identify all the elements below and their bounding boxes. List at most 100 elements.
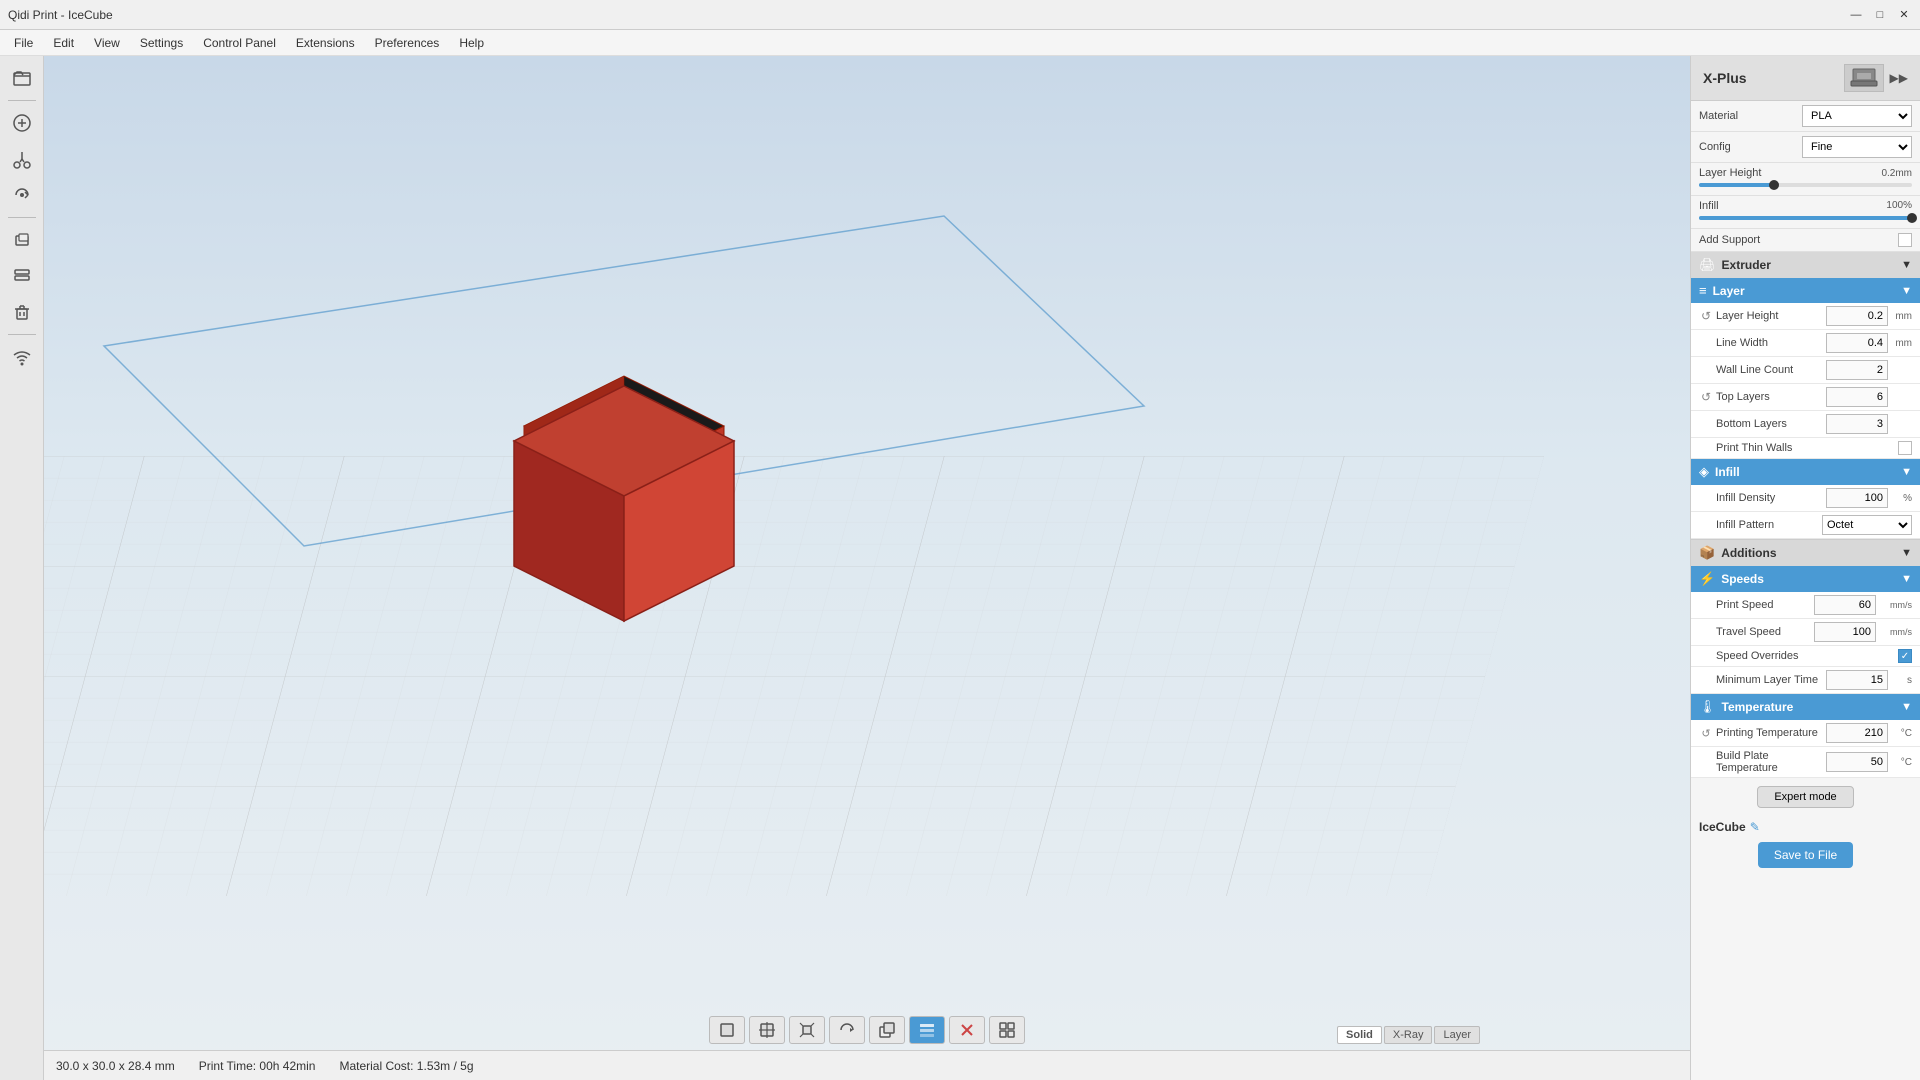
layer-view-button[interactable]: Layer [1434,1026,1480,1044]
add-support-checkbox[interactable] [1898,233,1912,247]
infill-section-arrow: ▼ [1901,466,1912,478]
print-speed-input[interactable] [1814,595,1876,615]
printing-temp-input[interactable] [1826,723,1888,743]
icecube-edit-icon[interactable]: ✎ [1750,820,1760,834]
toolbar-separator-3 [8,334,36,335]
menu-preferences[interactable]: Preferences [365,34,450,52]
delete-button[interactable] [6,296,38,328]
layer-section-arrow: ▼ [1901,285,1912,297]
menu-settings[interactable]: Settings [130,34,193,52]
build-plate-temp-unit: °C [1888,757,1912,768]
layer-height-thumb[interactable] [1769,180,1779,190]
speed-overrides-label: Speed Overrides [1716,650,1898,662]
arrange-button[interactable] [989,1016,1025,1044]
object-clone-button[interactable] [869,1016,905,1044]
infill-slider-value: 100% [1886,200,1912,212]
expert-mode-button[interactable]: Expert mode [1757,786,1853,808]
maximize-button[interactable]: □ [1872,7,1888,23]
viewport[interactable]: 30.0 x 30.0 x 28.4 mm Print Time: 00h 42… [44,56,1690,1080]
extruder-icon: 🖨 [1699,257,1716,273]
layer-height-slider-row: Layer Height 0.2mm [1691,163,1920,196]
print-thin-walls-checkbox[interactable] [1898,441,1912,455]
menu-file[interactable]: File [4,34,43,52]
top-layers-input[interactable] [1826,387,1888,407]
menu-control-panel[interactable]: Control Panel [193,34,286,52]
infill-track[interactable] [1699,216,1912,220]
config-select[interactable]: Fine Normal Draft [1802,136,1912,158]
layer-icon: ≡ [1699,283,1707,298]
add-support-label: Add Support [1699,234,1898,246]
build-plate-temp-input[interactable] [1826,752,1888,772]
infill-section-header[interactable]: ◈ Infill ▼ [1691,459,1920,485]
bottom-layers-input[interactable] [1826,414,1888,434]
object-rotate-button[interactable] [829,1016,865,1044]
dimensions-text: 30.0 x 30.0 x 28.4 mm [56,1059,175,1073]
printing-temp-row: ↺ Printing Temperature °C [1691,720,1920,747]
infill-pattern-select[interactable]: Octet Grid Lines Triangles [1822,515,1912,535]
layer-height-field-row: ↺ Layer Height mm [1691,303,1920,330]
panel-expand-arrow[interactable]: ▶▶ [1890,71,1908,85]
wifi-button[interactable] [6,341,38,373]
object-select-button[interactable] [709,1016,745,1044]
menu-extensions[interactable]: Extensions [286,34,365,52]
printing-temp-label: Printing Temperature [1716,727,1826,739]
cut-button[interactable] [6,143,38,175]
object-scale-button[interactable] [789,1016,825,1044]
title-bar: Qidi Print - IceCube — □ ✕ [0,0,1920,30]
layer-height-track[interactable] [1699,183,1912,187]
add-button[interactable] [6,107,38,139]
travel-speed-unit: mm/s [1876,627,1912,637]
menu-bar: File Edit View Settings Control Panel Ex… [0,30,1920,56]
toolbar-separator-1 [8,100,36,101]
top-layers-field-row: ↺ Top Layers [1691,384,1920,411]
layer-height-unit: mm [1888,311,1912,322]
infill-section-label: Infill [1715,465,1895,479]
temperature-section-arrow: ▼ [1901,701,1912,713]
printer-thumbnail [1844,64,1884,92]
menu-edit[interactable]: Edit [43,34,84,52]
minimize-button[interactable]: — [1848,7,1864,23]
min-layer-time-input[interactable] [1826,670,1888,690]
rotate-button[interactable] [6,179,38,211]
extruder-section-header[interactable]: 🖨 Extruder ▼ [1691,252,1920,278]
additions-section-arrow: ▼ [1901,547,1912,559]
extruder-section-label: Extruder [1722,258,1896,272]
print-speed-label: Print Speed [1716,599,1814,611]
open-folder-button[interactable] [6,62,38,94]
speed-overrides-row: ↺ Speed Overrides ✓ [1691,646,1920,667]
menu-view[interactable]: View [84,34,130,52]
view-3d-button[interactable] [6,224,38,256]
travel-speed-input[interactable] [1814,622,1876,642]
layer-view-bottom-button[interactable] [909,1016,945,1044]
bottom-object-toolbar [709,1016,1025,1044]
additions-section-header[interactable]: 📦 Additions ▼ [1691,539,1920,566]
speed-overrides-checkbox[interactable]: ✓ [1898,649,1912,663]
layer-height-reset-icon[interactable]: ↺ [1699,309,1713,323]
xray-view-button[interactable]: X-Ray [1384,1026,1433,1044]
object-move-button[interactable] [749,1016,785,1044]
layer-height-field-label: Layer Height [1716,310,1826,322]
menu-help[interactable]: Help [449,34,494,52]
temperature-section-header[interactable]: 🌡 Temperature ▼ [1691,694,1920,720]
top-layers-reset-icon[interactable]: ↺ [1699,390,1713,404]
delete-object-button[interactable] [949,1016,985,1044]
travel-speed-label: Travel Speed [1716,626,1814,638]
material-select[interactable]: PLA ABS PETG [1802,105,1912,127]
layer-section-header[interactable]: ≡ Layer ▼ [1691,278,1920,303]
close-button[interactable]: ✕ [1896,7,1912,23]
infill-thumb[interactable] [1907,213,1917,223]
solid-view-button[interactable]: Solid [1337,1026,1382,1044]
speeds-section-label: Speeds [1721,572,1895,586]
save-to-file-button[interactable]: Save to File [1758,842,1853,868]
layer-height-input[interactable] [1826,306,1888,326]
left-toolbar [0,56,44,1080]
wall-line-count-input[interactable] [1826,360,1888,380]
speeds-section-icon: ⚡ [1699,571,1715,587]
line-width-input[interactable] [1826,333,1888,353]
printing-temp-reset-icon[interactable]: ↺ [1699,727,1713,740]
icecube-label: IceCube [1699,820,1746,834]
print-thin-walls-label: Print Thin Walls [1716,442,1898,454]
infill-density-input[interactable] [1826,488,1888,508]
speeds-section-header[interactable]: ⚡ Speeds ▼ [1691,566,1920,592]
layers-button[interactable] [6,260,38,292]
